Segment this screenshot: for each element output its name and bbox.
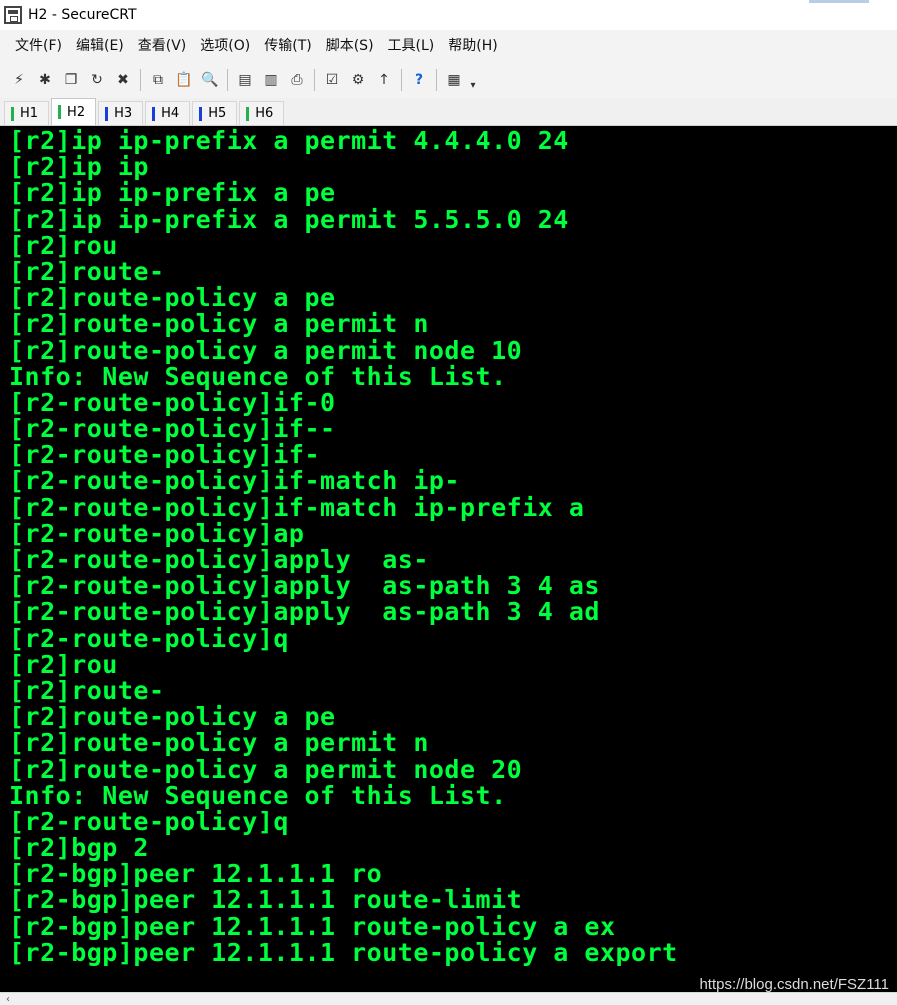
tab-status-indicator xyxy=(105,106,109,121)
tab-label: H1 xyxy=(20,106,39,121)
session-tab-bar: H1 H2 H3 H4 H5 H6 xyxy=(0,98,897,126)
global-options-icon[interactable]: ⚙ xyxy=(347,69,369,91)
toolbar-separator xyxy=(140,69,141,91)
tab-label: H3 xyxy=(114,106,133,121)
find-icon[interactable]: 🔍 xyxy=(199,69,221,91)
securecrt-app-icon[interactable] xyxy=(4,6,22,24)
toolbar-separator xyxy=(314,69,315,91)
tab-label: H5 xyxy=(208,106,227,121)
terminal-line: [r2]rou xyxy=(9,649,118,679)
terminal-line: Info: New Sequence of this List. xyxy=(9,361,507,391)
menu-options[interactable]: 选项(O) xyxy=(193,34,257,58)
connect-icon[interactable]: ⚡ xyxy=(8,69,30,91)
terminal-line: [r2]route- xyxy=(9,675,165,705)
tab-h2[interactable]: H2 xyxy=(51,98,97,125)
menu-tools[interactable]: 工具(L) xyxy=(381,34,442,58)
copy-icon[interactable]: ⧉ xyxy=(147,69,169,91)
terminal-line: [r2-bgp]peer 12.1.1.1 route-policy a ex xyxy=(9,911,616,941)
terminal-line: [r2-route-policy]apply as-path 3 4 ad xyxy=(9,597,600,627)
terminal-line: [r2]ip ip-prefix a pe xyxy=(9,178,336,208)
help-icon[interactable]: ? xyxy=(408,69,430,91)
keymap-icon[interactable]: ↑ xyxy=(373,69,395,91)
terminal-line: [r2]ip ip-prefix a permit 4.4.4.0 24 xyxy=(9,126,569,155)
terminal-line: [r2]route-policy a pe xyxy=(9,702,336,732)
tab-h3[interactable]: H3 xyxy=(98,101,144,125)
terminal-line: [r2-bgp]peer 12.1.1.1 ro xyxy=(9,859,383,889)
terminal-line: Info: New Sequence of this List. xyxy=(9,780,507,810)
title-bar: H2 - SecureCRT xyxy=(0,0,897,30)
reconnect-icon[interactable]: ↻ xyxy=(86,69,108,91)
tab-status-indicator xyxy=(199,106,203,121)
window-title: H2 - SecureCRT xyxy=(28,7,137,23)
terminal-line: [r2]route-policy a permit node 20 xyxy=(9,754,523,784)
terminal-line: [r2]rou xyxy=(9,230,118,260)
menu-file[interactable]: 文件(F) xyxy=(8,34,69,58)
tab-status-indicator xyxy=(152,106,156,121)
tab-label: H2 xyxy=(67,104,86,120)
paste-icon[interactable]: 📋 xyxy=(173,69,195,91)
tab-h5[interactable]: H5 xyxy=(192,101,238,125)
toolbar-separator xyxy=(401,69,402,91)
terminal-line: [r2-route-policy]if-match ip- xyxy=(9,466,460,496)
terminal-line: [r2]route- xyxy=(9,256,165,286)
terminal-line: [r2-route-policy]if- xyxy=(9,440,321,470)
connect-in-tab-icon[interactable]: ❐ xyxy=(60,69,82,91)
terminal-line: [r2-route-policy]q xyxy=(9,623,289,653)
terminal-line: [r2]route-policy a permit node 10 xyxy=(9,335,523,365)
terminal-line: [r2-route-policy]ap xyxy=(9,518,305,548)
terminal-line: [r2-route-policy]apply as-path 3 4 as xyxy=(9,571,600,601)
tab-status-indicator xyxy=(11,106,14,121)
session-options-icon[interactable]: ☑ xyxy=(321,69,343,91)
tab-h1[interactable]: H1 xyxy=(4,101,50,125)
tab-status-indicator xyxy=(58,105,62,119)
menu-edit[interactable]: 编辑(E) xyxy=(69,34,131,58)
watermark: https://blog.csdn.net/FSZ111 xyxy=(699,976,889,993)
sftp-icon[interactable]: ▦ xyxy=(443,69,465,91)
terminal-line: [r2-route-policy]apply as- xyxy=(9,545,429,574)
toolbar-separator xyxy=(436,69,437,91)
title-bar-accent xyxy=(809,0,869,3)
toolbar-separator xyxy=(227,69,228,91)
tab-status-indicator xyxy=(246,106,250,121)
terminal-line: [r2-route-policy]q xyxy=(9,806,289,836)
terminal-output[interactable]: [r2]ip ip-prefix a permit 4.4.4.0 24 [r2]… xyxy=(0,126,897,992)
tab-h4[interactable]: H4 xyxy=(145,101,191,125)
terminal-line: [r2-route-policy]if-0 xyxy=(9,387,336,417)
terminal-line: [r2]ip ip xyxy=(9,152,149,182)
disconnect-icon[interactable]: ✖ xyxy=(112,69,134,91)
menu-script[interactable]: 脚本(S) xyxy=(319,34,381,58)
print-selection-icon[interactable]: ▥ xyxy=(260,69,282,91)
print-setup-icon[interactable]: ▤ xyxy=(234,69,256,91)
menu-help[interactable]: 帮助(H) xyxy=(441,34,504,58)
quick-connect-icon[interactable]: ✱ xyxy=(34,69,56,91)
toolbar-overflow-icon[interactable]: ▾ xyxy=(469,69,477,91)
terminal-line: [r2]route-policy a permit n xyxy=(9,309,429,339)
tab-h6[interactable]: H6 xyxy=(239,101,285,125)
terminal-line: [r2-bgp]peer 12.1.1.1 route-policy a exp… xyxy=(9,937,678,967)
print-icon[interactable]: ⎙ xyxy=(286,69,308,91)
scroll-left-icon[interactable]: ‹ xyxy=(6,994,10,1005)
tab-label: H6 xyxy=(255,106,274,121)
menu-view[interactable]: 查看(V) xyxy=(131,34,194,58)
terminal-line: [r2]bgp 2 xyxy=(9,833,149,863)
menu-transfer[interactable]: 传输(T) xyxy=(257,34,318,58)
terminal-line: [r2]route-policy a permit n xyxy=(9,728,429,758)
terminal-line: [r2-bgp]peer 12.1.1.1 route-limit xyxy=(9,885,523,915)
tab-label: H4 xyxy=(161,106,180,121)
terminal-line: [r2-route-policy]if-match ip-prefix a xyxy=(9,492,585,522)
terminal-line: [r2-route-policy]if-- xyxy=(9,414,336,444)
terminal-line: [r2]route-policy a pe xyxy=(9,283,336,313)
toolbar: ⚡ ✱ ❐ ↻ ✖ ⧉ 📋 🔍 ▤ ▥ ⎙ ☑ ⚙ ↑ ? ▦ ▾ xyxy=(0,62,897,98)
terminal-line: [r2]ip ip-prefix a permit 5.5.5.0 24 xyxy=(9,204,569,234)
horizontal-scrollbar[interactable]: ‹ xyxy=(0,992,897,1005)
menu-bar: 文件(F) 编辑(E) 查看(V) 选项(O) 传输(T) 脚本(S) 工具(L… xyxy=(0,30,897,62)
